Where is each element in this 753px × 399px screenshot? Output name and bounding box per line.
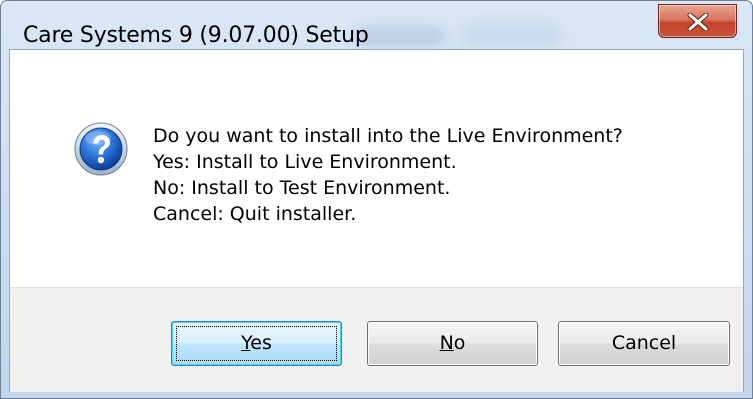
cancel-label: Cancel bbox=[611, 332, 677, 354]
question-icon bbox=[74, 122, 128, 176]
message-line: Yes: Install to Live Environment. bbox=[153, 151, 457, 173]
background-blur bbox=[356, 27, 446, 47]
close-button[interactable] bbox=[658, 4, 737, 38]
button-bar: Yes No Cancel bbox=[10, 287, 743, 392]
message-line: No: Install to Test Environment. bbox=[153, 177, 451, 199]
no-button[interactable]: No bbox=[367, 321, 538, 366]
dialog-window: Care Systems 9 (9.07.00) Setup Do you wa… bbox=[0, 0, 753, 399]
yes-hotkey: Y bbox=[241, 332, 251, 354]
yes-label: es bbox=[250, 332, 272, 354]
message-area: Do you want to install into the Live Env… bbox=[10, 50, 743, 287]
message-text: Do you want to install into the Live Env… bbox=[153, 123, 623, 227]
no-hotkey: N bbox=[439, 332, 454, 354]
background-blur bbox=[461, 23, 561, 47]
message-line: Do you want to install into the Live Env… bbox=[153, 125, 623, 147]
window-title: Care Systems 9 (9.07.00) Setup bbox=[23, 23, 369, 48]
no-label: o bbox=[453, 332, 466, 354]
dialog-client-area: Do you want to install into the Live Env… bbox=[9, 49, 744, 392]
close-icon bbox=[687, 13, 709, 31]
yes-button[interactable]: Yes bbox=[171, 321, 342, 366]
message-line: Cancel: Quit installer. bbox=[153, 203, 357, 225]
cancel-button[interactable]: Cancel bbox=[558, 321, 730, 366]
